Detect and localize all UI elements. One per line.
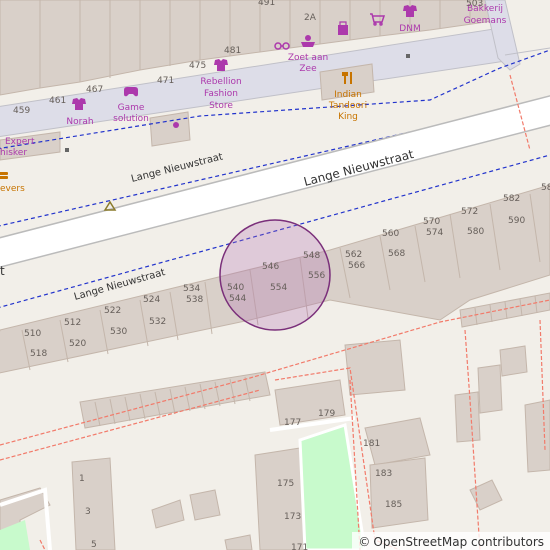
poi-label-dnm: DNM: [399, 24, 420, 34]
waste-basket-icon: [406, 54, 410, 58]
house-number: 520: [69, 339, 86, 349]
house-number: 179: [318, 409, 335, 419]
house-number: 568: [388, 249, 405, 259]
house-number: 177: [284, 418, 301, 428]
poi-label-norah: Norah: [66, 117, 93, 127]
house-number: 574: [426, 228, 443, 238]
poi-label-indian-2: Tandoori: [328, 101, 367, 111]
house-number: 2A: [304, 13, 317, 23]
house-number: 570: [423, 217, 440, 227]
house-number: 566: [348, 261, 365, 271]
house-number: 503: [466, 0, 483, 9]
poi-label-rebellion-1: Rebellion: [200, 77, 241, 87]
house-number: 590: [508, 216, 525, 226]
house-number: 171: [291, 543, 308, 550]
house-number: 181: [363, 439, 380, 449]
house-number: 467: [86, 85, 103, 95]
house-number: 540: [227, 283, 244, 293]
poi-label-indian-3: King: [338, 112, 358, 122]
house-number: 524: [143, 295, 160, 305]
house-number: 459: [13, 106, 30, 116]
house-number: 175: [277, 479, 294, 489]
poi-label-indian-1: Indian: [334, 90, 362, 100]
poi-label-rebellion-2: Fashion: [204, 89, 238, 99]
house-number: 510: [24, 329, 41, 339]
house-number: 560: [382, 229, 399, 239]
poi-label-bakkerij-2: Goemans: [464, 16, 507, 26]
house-number: 548: [303, 251, 320, 261]
house-number: 491: [258, 0, 275, 8]
house-number: 532: [149, 317, 166, 327]
poi-label-zoet-1: Zoet aan: [288, 53, 328, 63]
copyright-symbol: ©: [358, 534, 371, 549]
attribution-bar: © OpenStreetMap contributors: [352, 532, 550, 550]
house-number: 3: [85, 507, 91, 517]
house-number: 580: [467, 227, 484, 237]
house-number: 173: [284, 512, 301, 522]
map-view[interactable]: Lange Nieuwstraat Lange Nieuwstraat Lang…: [0, 0, 550, 550]
poi-label-expert-2: hisker: [0, 148, 27, 158]
house-number: 562: [345, 250, 362, 260]
house-number: 461: [49, 96, 66, 106]
house-number: 475: [189, 61, 206, 71]
house-number: 530: [110, 327, 127, 337]
house-number: 556: [308, 271, 325, 281]
poi-label-zoet-2: Zee: [299, 64, 317, 74]
house-number: 538: [186, 295, 203, 305]
house-number: 471: [157, 76, 174, 86]
street-label-fragment: t: [0, 264, 5, 278]
poi-label-rebellion-3: Store: [209, 101, 233, 111]
house-number: 5: [91, 540, 97, 550]
house-number: 58: [541, 183, 550, 193]
house-number: 544: [229, 294, 246, 304]
house-number: 481: [224, 46, 241, 56]
poi-label-evers: evers: [0, 184, 25, 194]
house-number: 183: [375, 469, 392, 479]
poi-label-game-solution-1: Game: [118, 103, 145, 113]
house-number: 572: [461, 207, 478, 217]
house-number: 1: [79, 474, 85, 484]
attribution-link[interactable]: OpenStreetMap contributors: [373, 535, 544, 549]
poi-dot[interactable]: [173, 122, 179, 128]
house-number: 522: [104, 306, 121, 316]
house-number: 185: [385, 500, 402, 510]
poi-label-game-solution-2: solution: [113, 114, 149, 124]
poi-label-expert-1: Expert: [5, 137, 35, 147]
map-canvas[interactable]: Lange Nieuwstraat Lange Nieuwstraat Lang…: [0, 0, 550, 550]
house-number: 546: [262, 262, 279, 272]
waste-basket-icon: [65, 148, 69, 152]
house-number: 554: [270, 283, 287, 293]
house-number: 512: [64, 318, 81, 328]
house-number: 534: [183, 284, 200, 294]
house-number: 582: [503, 194, 520, 204]
house-number: 518: [30, 349, 47, 359]
